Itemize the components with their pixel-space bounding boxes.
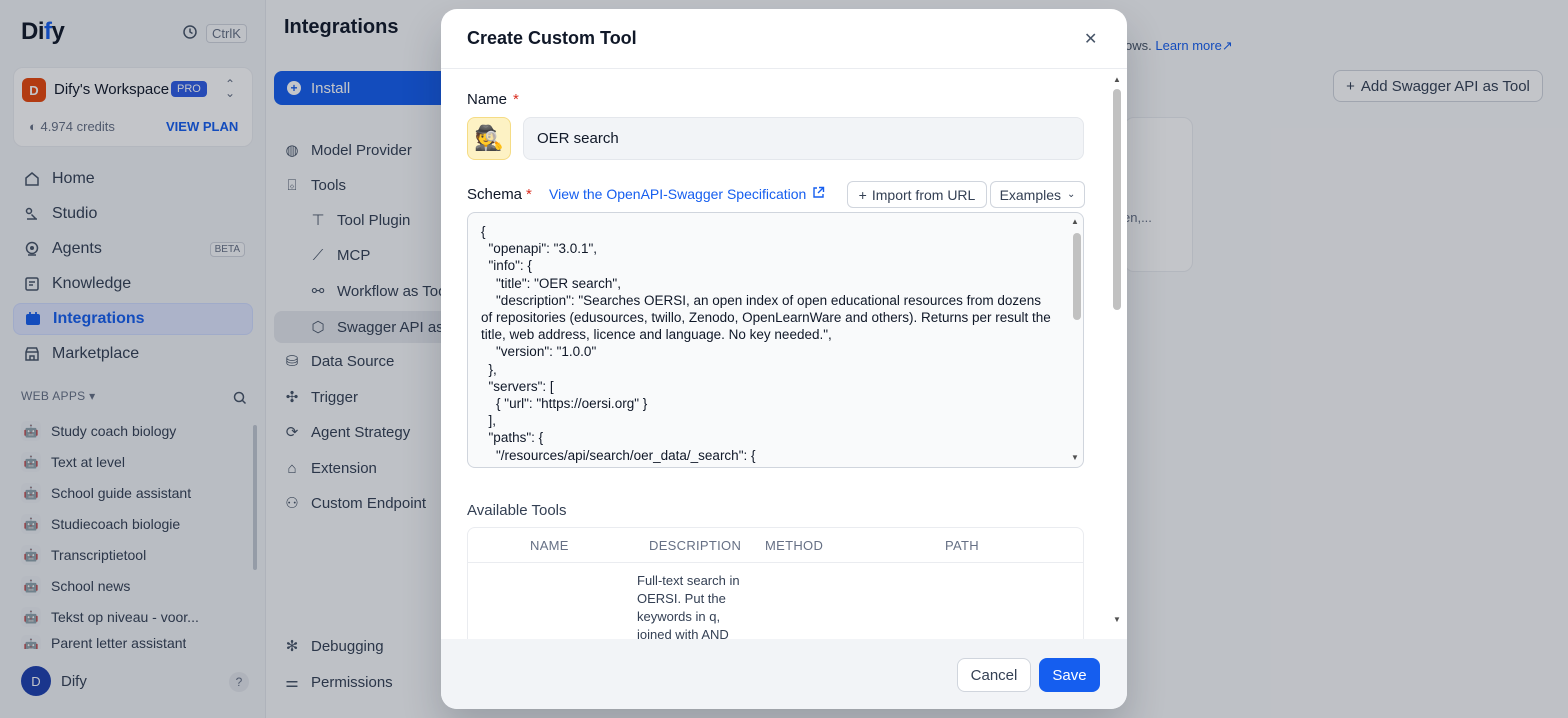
- tool-icon-picker[interactable]: 🕵️: [467, 117, 511, 160]
- schema-label: Schema *: [467, 186, 532, 203]
- spec-link-label: View the OpenAPI-Swagger Specification: [549, 186, 807, 202]
- openapi-spec-link[interactable]: View the OpenAPI-Swagger Specification: [549, 186, 825, 202]
- column-header-method: METHOD: [765, 538, 824, 553]
- scroll-up-arrow[interactable]: ▲: [1071, 217, 1079, 226]
- schema-textarea[interactable]: { "openapi": "3.0.1", "info": { "title":…: [481, 223, 1053, 467]
- import-from-url-button[interactable]: + Import from URL: [847, 181, 987, 208]
- import-label: Import from URL: [871, 186, 976, 203]
- cancel-button[interactable]: Cancel: [957, 658, 1031, 692]
- available-tools-table: NAME DESCRIPTION METHOD PATH Full-text s…: [467, 527, 1084, 657]
- dialog-scroll-down-arrow[interactable]: ▼: [1113, 615, 1121, 624]
- chevron-down-icon: ⌄: [1067, 189, 1076, 200]
- table-header: NAME DESCRIPTION METHOD PATH: [468, 528, 1083, 563]
- plus-icon: +: [858, 186, 867, 203]
- save-button[interactable]: Save: [1039, 658, 1100, 692]
- column-header-path: PATH: [945, 538, 979, 553]
- close-icon[interactable]: ✕: [1084, 29, 1097, 49]
- dialog-footer: Cancel Save: [441, 639, 1127, 709]
- external-link-icon: [812, 186, 825, 202]
- dialog-scroll-up-arrow[interactable]: ▲: [1113, 75, 1121, 84]
- tool-description-cell: Full-text search in OERSI. Put the keywo…: [637, 573, 740, 642]
- scroll-down-arrow[interactable]: ▼: [1071, 453, 1079, 462]
- create-custom-tool-dialog: Create Custom Tool ✕ Name* 🕵️ Schema* Vi…: [441, 9, 1127, 709]
- dialog-title: Create Custom Tool: [467, 28, 637, 48]
- dialog-header: Create Custom Tool ✕: [441, 9, 1127, 69]
- examples-label: Examples: [999, 186, 1062, 203]
- schema-scrollbar-thumb[interactable]: [1073, 233, 1081, 320]
- table-row: Full-text search in OERSI. Put the keywo…: [637, 572, 747, 644]
- dialog-scrollbar-thumb[interactable]: [1113, 89, 1121, 310]
- column-header-name: NAME: [530, 538, 569, 553]
- required-asterisk: *: [526, 186, 532, 203]
- examples-dropdown[interactable]: Examples ⌄: [990, 181, 1085, 208]
- tool-name-input[interactable]: [523, 117, 1084, 160]
- schema-editor[interactable]: { "openapi": "3.0.1", "info": { "title":…: [467, 212, 1084, 468]
- required-asterisk: *: [513, 91, 519, 108]
- name-label: Name *: [467, 91, 519, 108]
- column-header-description: DESCRIPTION: [649, 538, 742, 553]
- available-tools-label: Available Tools: [467, 502, 567, 519]
